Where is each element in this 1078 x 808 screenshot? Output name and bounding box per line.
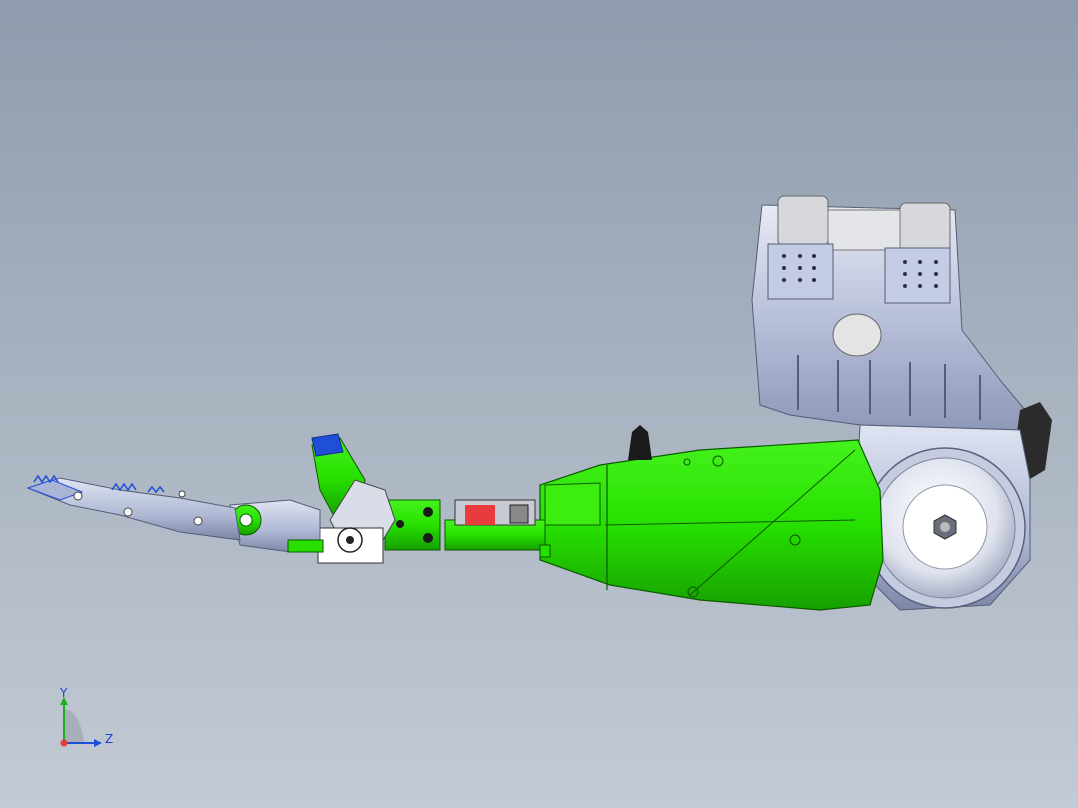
wrist-unit[interactable] [384, 499, 551, 558]
fingers[interactable] [26, 474, 241, 541]
forearm-body[interactable] [539, 439, 884, 611]
z-axis-label: Z [105, 732, 113, 746]
control-knob[interactable] [628, 425, 652, 460]
axis-triad-icon: Y Z [59, 686, 113, 747]
graphics-viewport[interactable]: Y Z [0, 0, 1078, 808]
palm-connector[interactable] [229, 499, 324, 553]
thumb[interactable] [311, 433, 396, 564]
y-axis-label: Y [59, 686, 68, 700]
prosthetic-arm-model[interactable] [0, 0, 1078, 808]
